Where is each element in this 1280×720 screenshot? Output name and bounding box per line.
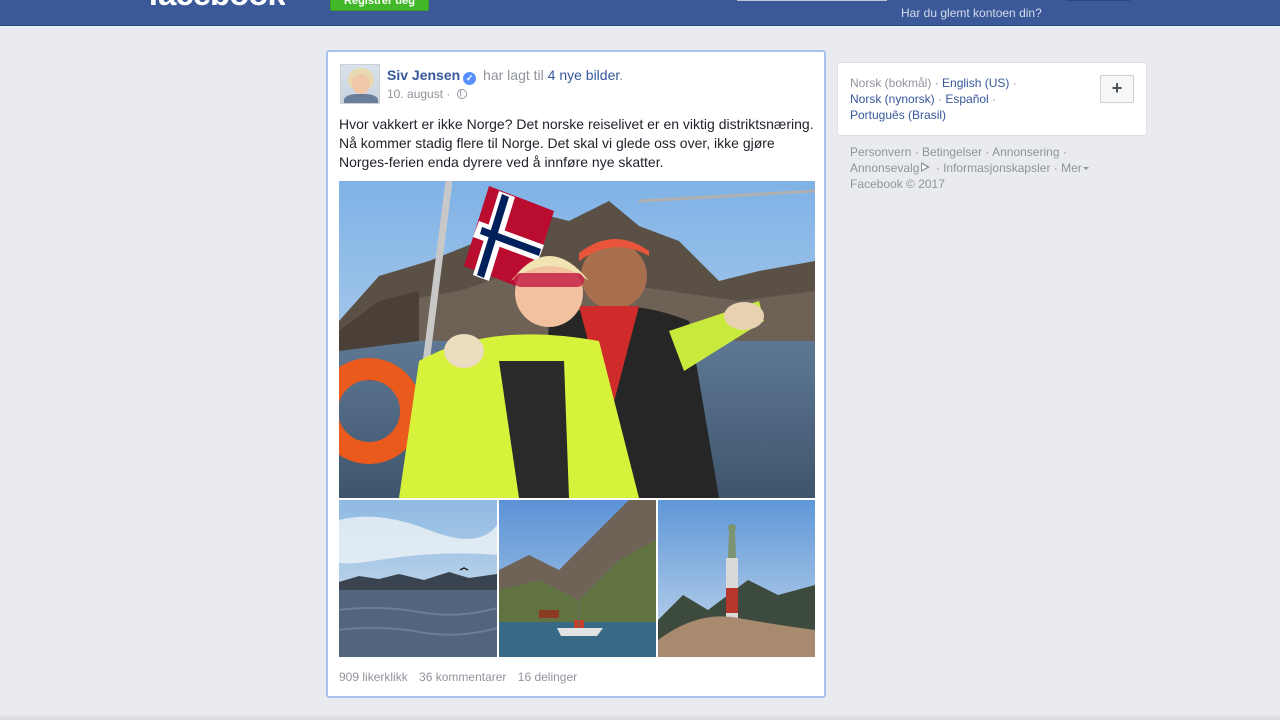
post-action-text: har lagt til <box>483 67 544 83</box>
post-header: Siv Jensen ✓ har lagt til 4 nye bilder. <box>387 66 623 85</box>
caret-down-icon <box>1082 167 1089 170</box>
register-button[interactable]: Registrer deg <box>330 0 429 11</box>
footer-link-advertising[interactable]: Annonsering <box>992 145 1059 159</box>
post-date-link[interactable]: 10. august <box>387 87 443 101</box>
post-action-end: . <box>619 67 624 83</box>
forgot-account-link[interactable]: Har du glemt kontoen din? <box>901 6 1042 20</box>
verified-badge-icon: ✓ <box>463 72 477 85</box>
adchoices-icon <box>921 162 931 172</box>
meta-separator: · <box>446 87 451 101</box>
globe-icon[interactable] <box>456 89 467 99</box>
new-photos-link[interactable]: 4 nye bilder <box>548 67 620 83</box>
comments-count-link[interactable]: 36 kommentarer <box>419 670 506 684</box>
current-language: Norsk (bokmål) <box>850 76 932 90</box>
footer-link-privacy[interactable]: Personvern <box>850 145 911 159</box>
shares-count-link[interactable]: 16 delinger <box>518 670 577 684</box>
more-languages-button[interactable]: + <box>1100 75 1134 103</box>
post-photo-main[interactable] <box>339 181 815 498</box>
language-list: Norsk (bokmål) · English (US) · Norsk (n… <box>850 76 1017 122</box>
post-photo-thumbnail[interactable] <box>339 500 497 657</box>
author-name-link[interactable]: Siv Jensen <box>387 67 460 83</box>
language-link[interactable]: Português (Brasil) <box>850 108 946 122</box>
language-link[interactable]: Norsk (nynorsk) <box>850 92 935 106</box>
post-meta: 10. august · <box>387 87 467 101</box>
footer-link-more[interactable]: Mer <box>1061 161 1089 175</box>
language-selector: Norsk (bokmål) · English (US) · Norsk (n… <box>837 62 1147 136</box>
likes-count-link[interactable]: 909 likerklikk <box>339 670 408 684</box>
post-photo-thumbnail[interactable] <box>499 500 656 657</box>
post-photo-thumbnail[interactable] <box>658 500 815 657</box>
copyright: Facebook © 2017 <box>850 177 945 191</box>
password-input[interactable] <box>737 0 887 1</box>
top-navigation-bar: facebook Registrer deg Har du glemt kont… <box>0 0 1280 26</box>
footer-link-cookies[interactable]: Informasjonskapsler <box>943 161 1050 175</box>
login-button[interactable] <box>1066 0 1130 1</box>
post-stats: 909 likerklikk 36 kommentarer 16 delinge… <box>339 670 585 684</box>
page-bottom-edge <box>0 713 1280 720</box>
footer-links: Personvern · Betingelser · Annonsering ·… <box>850 144 1140 192</box>
post-text: Hvor vakkert er ikke Norge? Det norske r… <box>339 116 814 170</box>
language-link[interactable]: English (US) <box>942 76 1009 90</box>
footer-link-terms[interactable]: Betingelser <box>922 145 982 159</box>
language-link[interactable]: Español <box>945 92 988 106</box>
facebook-logo[interactable]: facebook <box>148 0 285 10</box>
photo-post: Siv Jensen ✓ har lagt til 4 nye bilder. 1… <box>326 50 826 698</box>
footer-link-adchoices[interactable]: Annonsevalg <box>850 161 919 175</box>
author-avatar[interactable] <box>340 64 380 104</box>
